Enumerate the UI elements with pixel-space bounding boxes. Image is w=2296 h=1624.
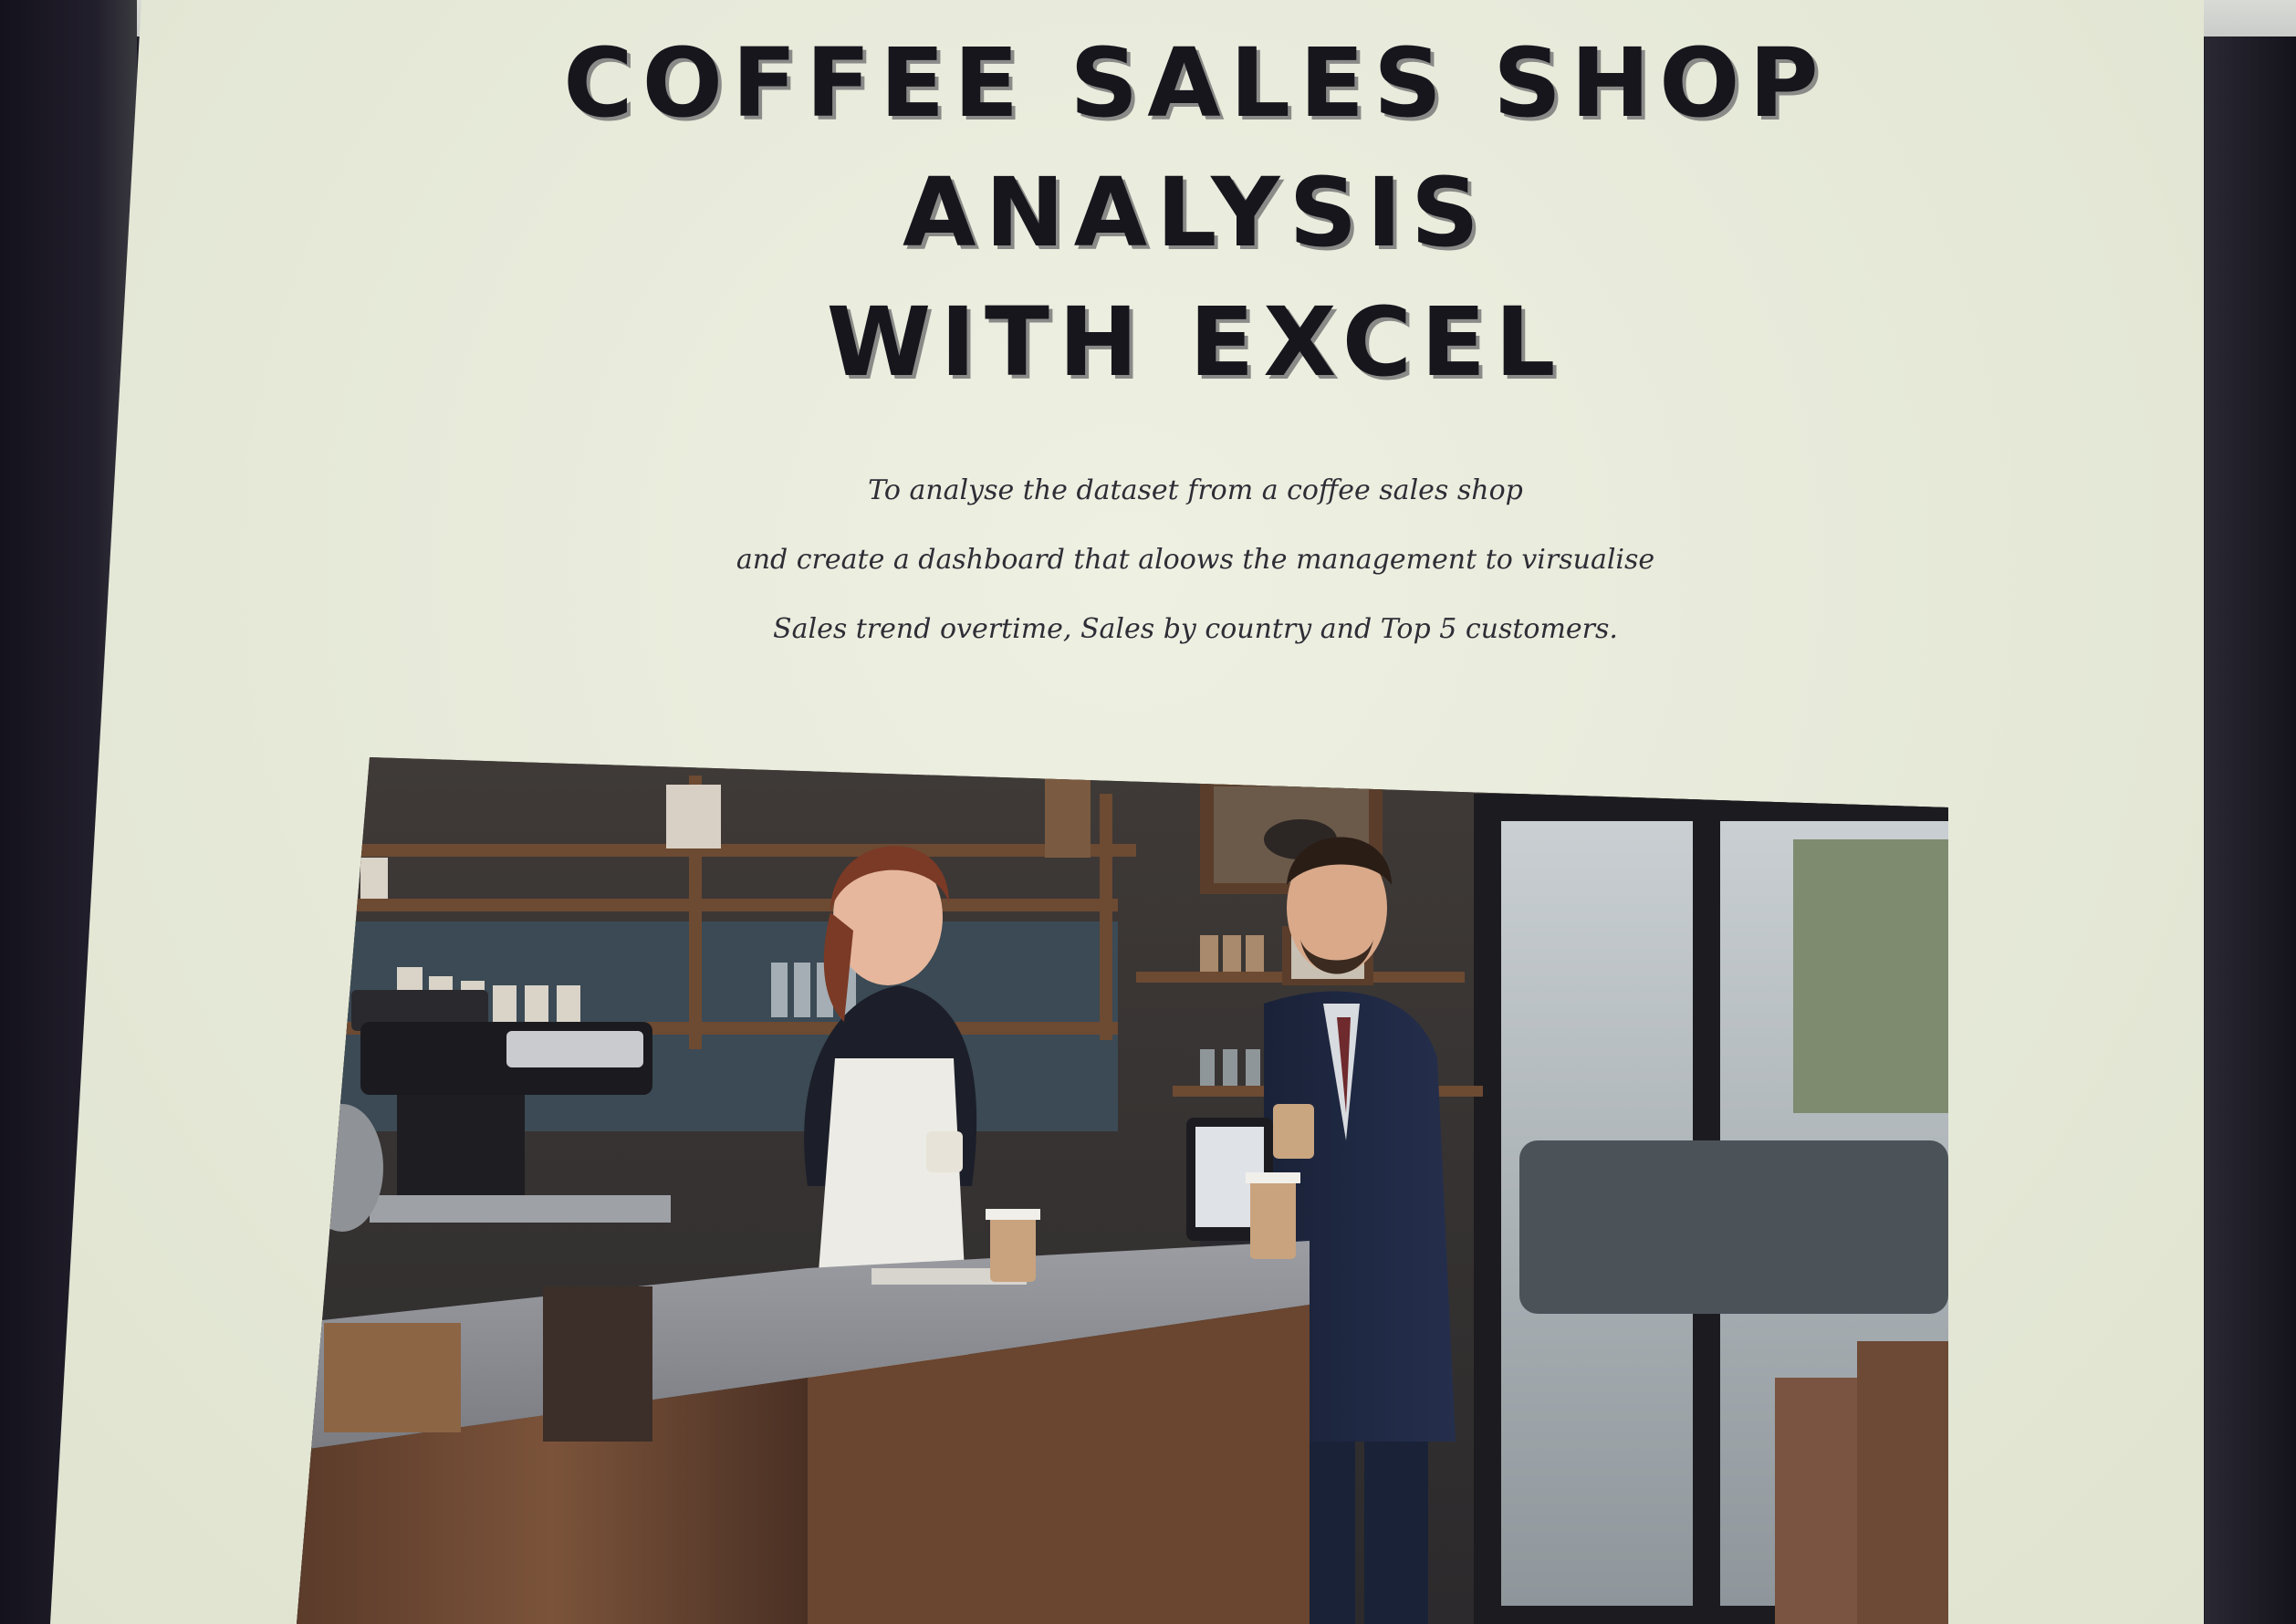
- title-line-2: ANALYSIS: [903, 157, 1488, 268]
- project-description: To analyse the dataset from a coffee sal…: [648, 456, 1743, 664]
- title-line-1: COFFEE SALES SHOP: [563, 27, 1828, 139]
- page-title: COFFEE SALES SHOP ANALYSIS WITH EXCEL: [465, 18, 1926, 407]
- monitor-bezel-right: [2205, 36, 2296, 1624]
- monitor-screen: COFFEE SALES SHOP ANALYSIS WITH EXCEL To…: [50, 0, 2204, 1624]
- description-line-2: and create a dashboard that aloows the m…: [736, 544, 1655, 576]
- description-line-3: Sales trend overtime, Sales by country a…: [773, 613, 1618, 645]
- title-line-3: WITH EXCEL: [826, 286, 1565, 398]
- description-line-1: To analyse the dataset from a coffee sal…: [868, 474, 1523, 506]
- coffee-shop-photo: [297, 757, 1948, 1624]
